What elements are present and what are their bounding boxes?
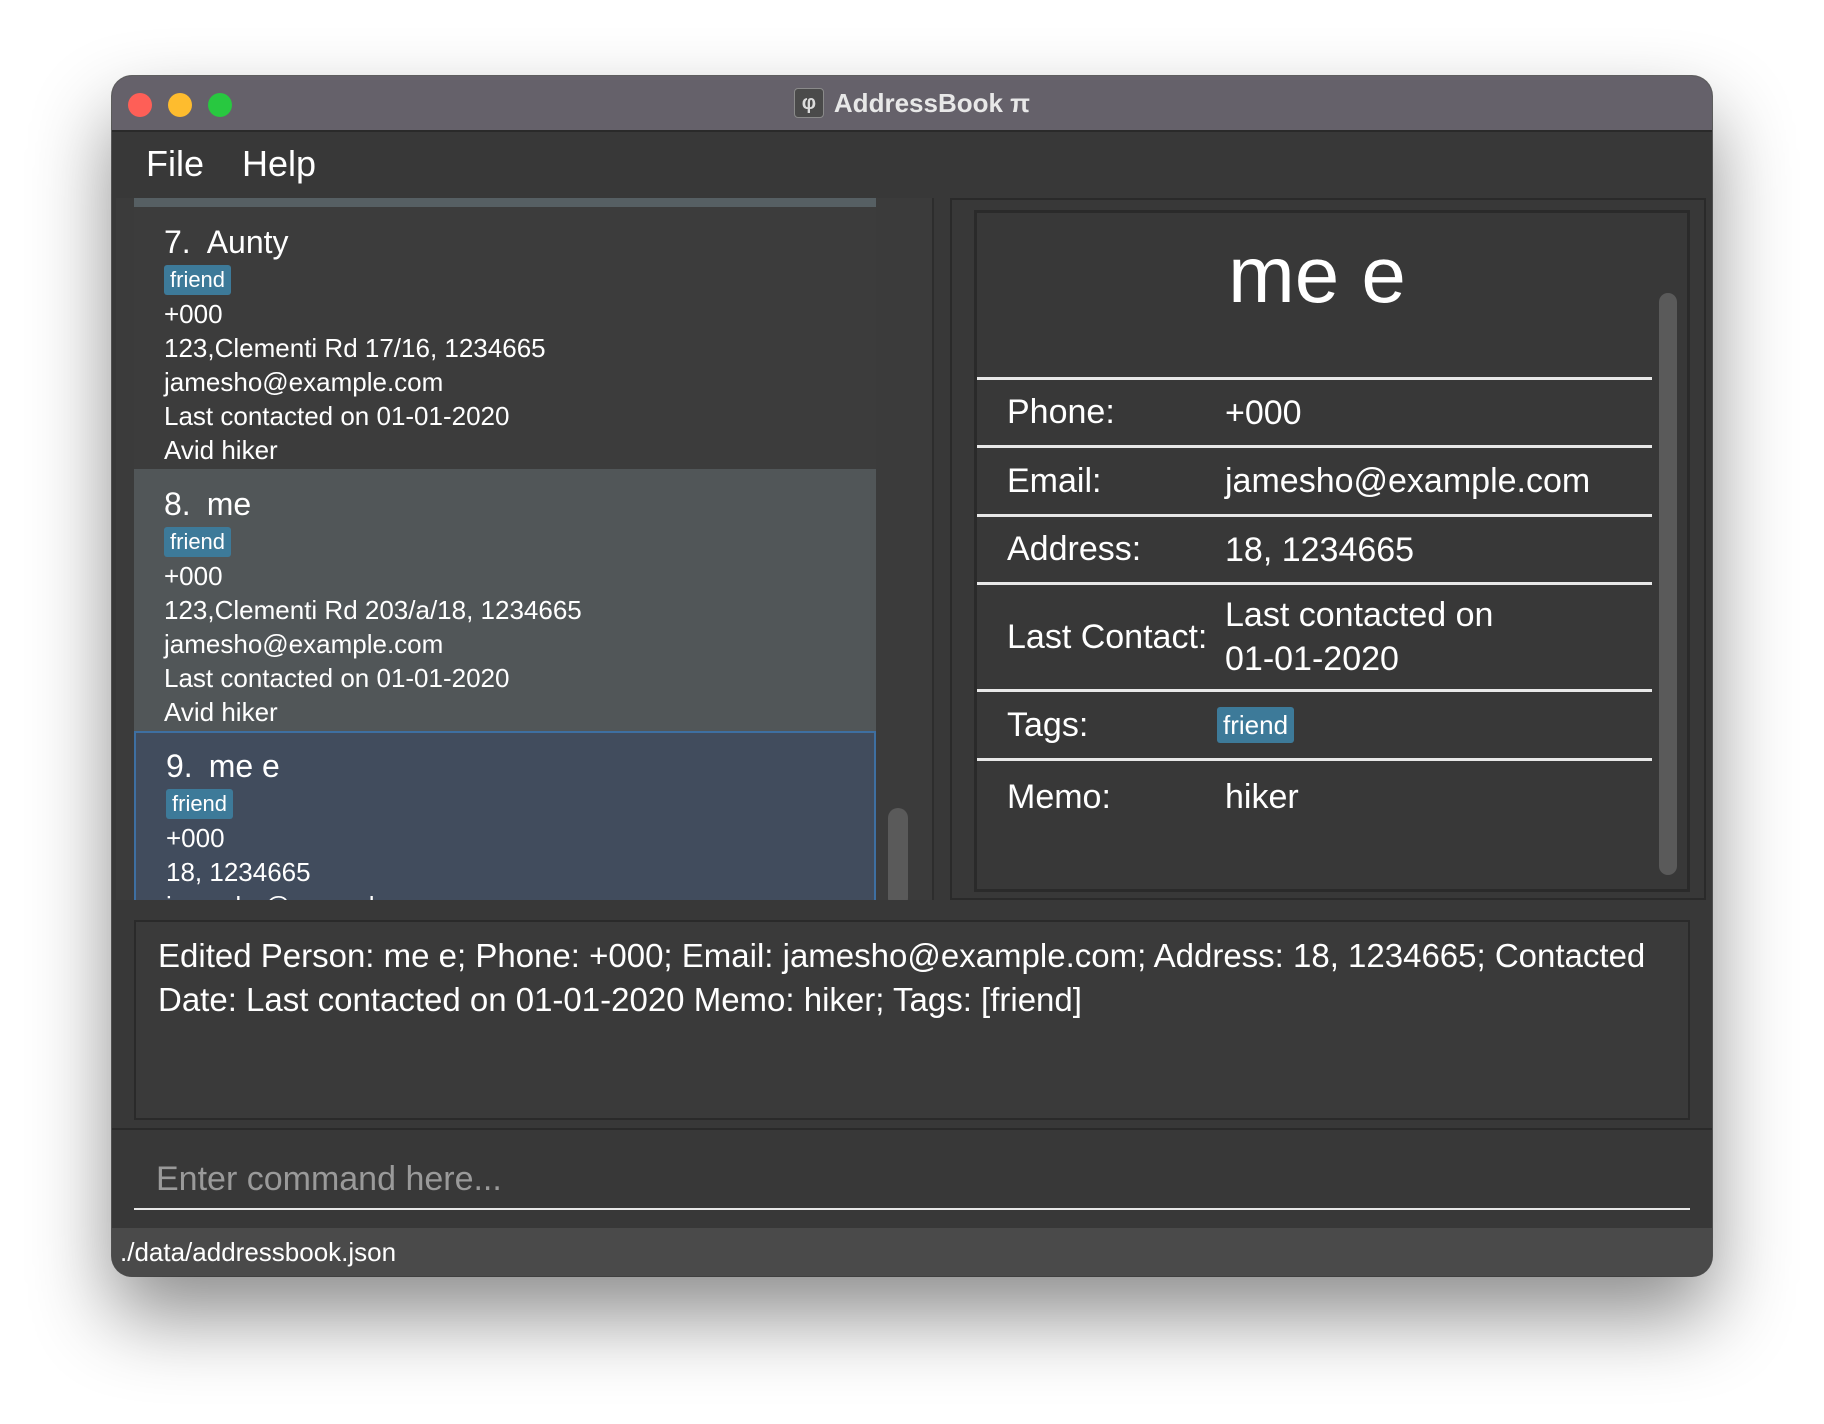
person-index: 8. [164, 486, 191, 522]
person-detail-pane: me e Phone: +000 Email: jamesho@example.… [950, 198, 1706, 900]
person-card-header: 8. me [164, 483, 876, 525]
window-title-group: φ AddressBook π [112, 76, 1712, 130]
person-phone: +000 [164, 299, 223, 329]
detail-phone-row: Phone: +000 [977, 377, 1652, 445]
person-detail-panel[interactable]: me e Phone: +000 Email: jamesho@example.… [974, 210, 1690, 892]
person-email: jamesho@example.com [166, 889, 874, 900]
person-card-selected[interactable]: 9. me e friend +000 18, 1234665 jamesho@e… [134, 731, 876, 900]
person-memo: Avid hiker [164, 697, 278, 727]
menu-help[interactable]: Help [242, 143, 316, 185]
person-name: me [206, 486, 252, 522]
detail-memo-value: hiker [1225, 778, 1299, 816]
person-address: 123,Clementi Rd 17/16, 1234665 [164, 333, 546, 363]
detail-last-contact-line2: 01-01-2020 [1225, 640, 1399, 678]
detail-phone-value: +000 [1225, 393, 1302, 432]
list-scrollbar-track[interactable] [886, 198, 914, 900]
person-last-contacted: Last contacted on 01-01-2020 [164, 663, 510, 693]
person-tag: friend [166, 789, 234, 819]
detail-person-name: me e [1228, 230, 1406, 319]
person-tag: friend [164, 265, 232, 295]
person-phone: +000 [164, 561, 223, 591]
detail-memo-label: Memo: [1007, 777, 1111, 816]
data-file-path: ./data/addressbook.json [120, 1237, 397, 1267]
detail-email-row: Email: jamesho@example.com [977, 445, 1652, 514]
person-index: 7. [164, 224, 191, 260]
person-last-contacted: Last contacted on 01-01-2020 [164, 401, 510, 431]
person-memo: Avid hiker [164, 435, 278, 465]
command-input[interactable] [134, 1150, 1690, 1210]
result-display[interactable]: Edited Person: me e; Phone: +000; Email:… [134, 920, 1690, 1120]
detail-tags-label: Tags: [1007, 705, 1089, 744]
detail-address-value: 18, 1234665 [1225, 530, 1415, 569]
person-card-header: 7. Aunty [164, 221, 876, 263]
person-email: jamesho@example.com [164, 629, 444, 659]
person-address: 18, 1234665 [166, 857, 311, 887]
command-box-area [112, 1128, 1712, 1228]
menu-file[interactable]: File [146, 143, 204, 185]
detail-memo-row: Memo: hiker [977, 758, 1652, 833]
person-tag: friend [164, 527, 232, 557]
previous-card-edge [134, 198, 876, 207]
person-index: 9. [166, 748, 193, 784]
detail-tags-row: Tags: friend [977, 689, 1652, 758]
app-icon: φ [793, 88, 824, 118]
person-list-pane[interactable]: 7. Aunty friend +000 123,Clementi Rd 17/1… [116, 198, 934, 900]
window-title: AddressBook π [833, 87, 1031, 118]
detail-last-contact-value: Last contacted on 01-01-2020 [1225, 585, 1493, 689]
detail-email-value: jamesho@example.com [1225, 462, 1591, 500]
app-window: φ AddressBook π File Help 7. Aunty friend… [112, 76, 1712, 1276]
detail-email-label: Email: [1007, 461, 1102, 500]
detail-last-contact-label: Last Contact: [1007, 617, 1208, 656]
detail-scrollbar-thumb[interactable] [1659, 293, 1677, 875]
person-name: Aunty [206, 224, 289, 260]
person-card[interactable]: 8. me friend +000 123,Clementi Rd 203/a/1… [134, 469, 876, 731]
detail-last-contact-line1: Last contacted on [1225, 596, 1494, 634]
person-card-header: 9. me e [166, 745, 874, 787]
detail-phone-label: Phone: [1007, 393, 1115, 431]
detail-address-row: Address: 18, 1234665 [977, 514, 1652, 582]
person-phone: +000 [166, 823, 225, 853]
detail-last-contact-row: Last Contact: Last contacted on 01-01-20… [977, 582, 1652, 689]
person-card[interactable]: 7. Aunty friend +000 123,Clementi Rd 17/1… [134, 207, 876, 469]
person-name: me e [208, 748, 280, 784]
person-address: 123,Clementi Rd 203/a/18, 1234665 [164, 595, 582, 625]
detail-tag: friend [1217, 707, 1295, 743]
title-bar[interactable]: φ AddressBook π [112, 76, 1712, 132]
detail-address-label: Address: [1007, 530, 1142, 568]
detail-tags-value: friend [1217, 692, 1295, 758]
list-scrollbar-thumb[interactable] [888, 808, 908, 900]
status-bar: ./data/addressbook.json [112, 1228, 1712, 1276]
menu-bar: File Help [112, 132, 1712, 196]
person-email: jamesho@example.com [164, 367, 444, 397]
